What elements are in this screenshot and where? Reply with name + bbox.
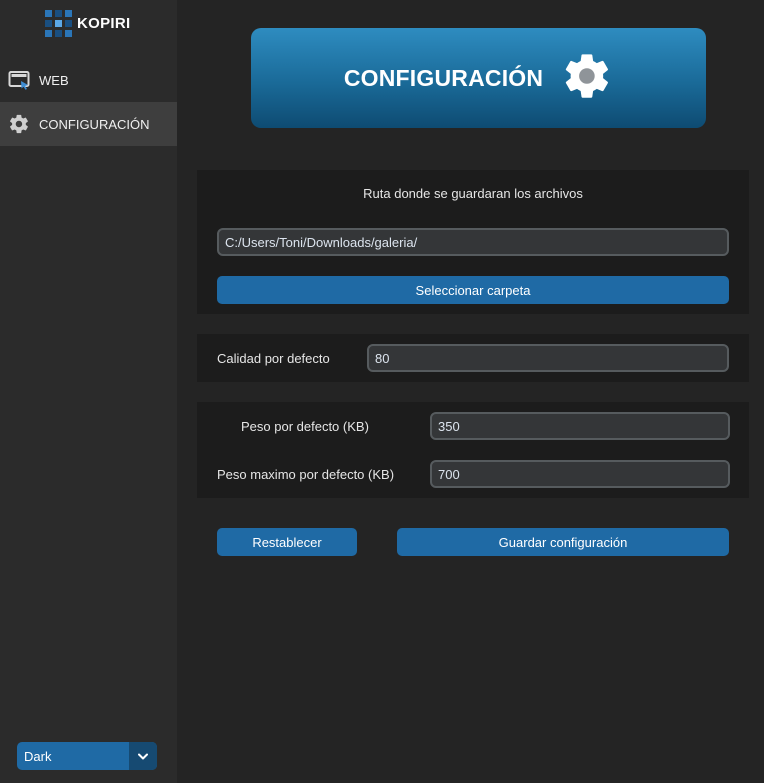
theme-select-value: Dark	[24, 748, 52, 764]
sidebar-item-label: WEB	[39, 72, 69, 88]
sidebar-item-configuracion[interactable]: CONFIGURACIÓN	[0, 102, 177, 146]
sidebar: KOPIRI WEB CONFIGURACIÓN Dark	[0, 0, 177, 783]
gear-icon	[8, 113, 30, 135]
kopiri-logo-icon	[45, 9, 72, 37]
theme-select[interactable]: Dark	[17, 742, 157, 770]
route-label: Ruta donde se guardaran los archivos	[363, 186, 583, 201]
path-input[interactable]	[217, 228, 729, 256]
default-weight-label: Peso por defecto (KB)	[241, 418, 369, 434]
monitor-icon	[8, 69, 30, 91]
reset-button[interactable]: Restablecer	[217, 528, 357, 556]
weight-panel: Peso por defecto (KB) Peso maximo por de…	[197, 402, 749, 498]
max-weight-label: Peso maximo por defecto (KB)	[217, 466, 395, 482]
default-weight-input[interactable]	[430, 412, 730, 440]
page-title: CONFIGURACIÓN	[343, 64, 544, 91]
brand-name: KOPIRI	[77, 14, 131, 32]
sidebar-item-label: CONFIGURACIÓN	[39, 116, 150, 132]
quality-label: Calidad por defecto	[217, 350, 330, 366]
chevron-down-icon[interactable]	[129, 742, 157, 770]
save-config-button[interactable]: Guardar configuración	[397, 528, 729, 556]
select-folder-button[interactable]: Seleccionar carpeta	[217, 276, 729, 304]
route-panel: Ruta donde se guardaran los archivos Sel…	[197, 170, 749, 314]
gear-icon	[561, 50, 613, 107]
sidebar-item-web[interactable]: WEB	[0, 58, 177, 102]
quality-input[interactable]	[367, 344, 729, 372]
page-header-banner: CONFIGURACIÓN	[251, 28, 706, 128]
brand: KOPIRI	[45, 9, 130, 37]
quality-panel: Calidad por defecto	[197, 334, 749, 382]
max-weight-input[interactable]	[430, 460, 730, 488]
